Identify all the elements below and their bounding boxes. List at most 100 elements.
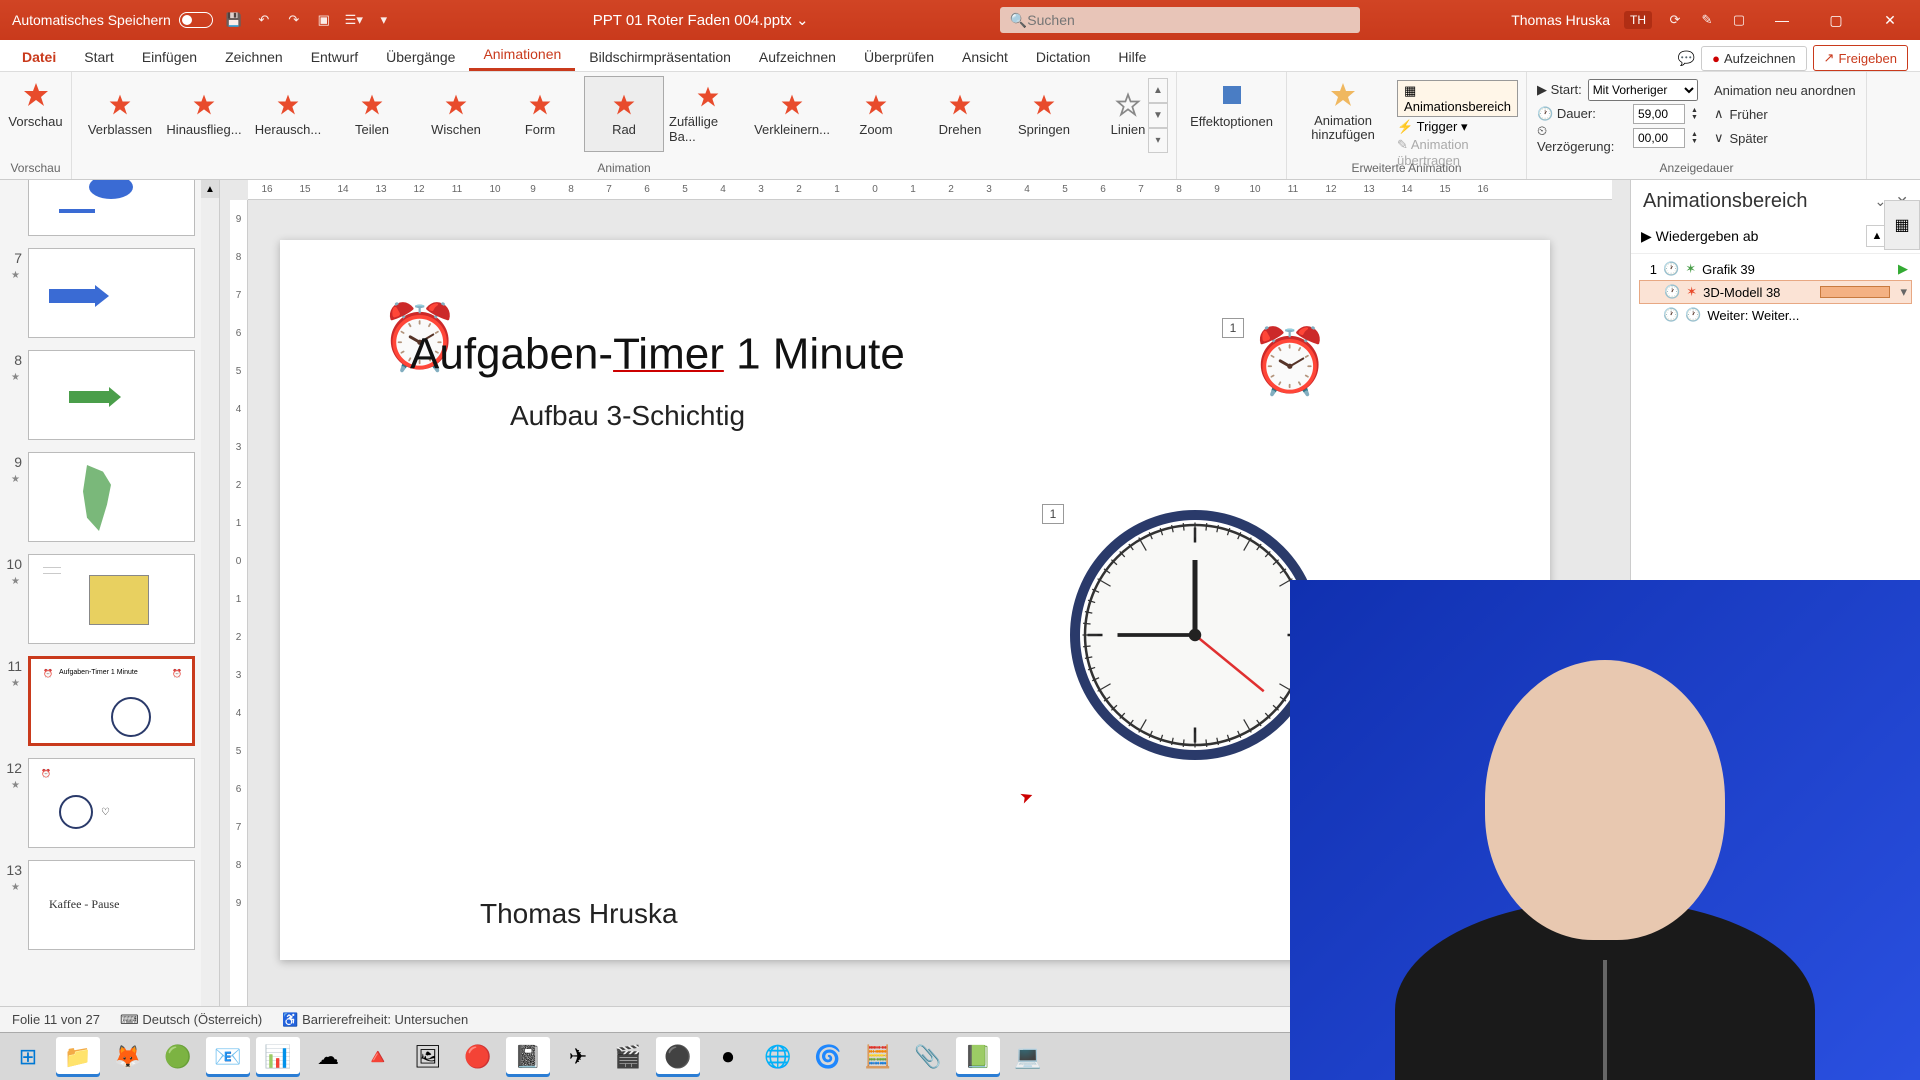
anim-effect-wischen[interactable]: Wischen	[416, 76, 496, 152]
anim-effect-form[interactable]: Form	[500, 76, 580, 152]
firefox-icon[interactable]: 🦊	[106, 1037, 150, 1077]
app-icon-6[interactable]: 🌐	[756, 1037, 800, 1077]
redo-icon[interactable]: ↷	[285, 11, 303, 29]
present-icon[interactable]: ▣	[315, 11, 333, 29]
comments-icon[interactable]: 💬	[1678, 50, 1695, 67]
anim-tag-2[interactable]: 1	[1042, 504, 1064, 524]
effect-options-button[interactable]: Effektoptionen	[1184, 76, 1279, 133]
delay-input[interactable]	[1633, 128, 1685, 148]
preview-button[interactable]: Vorschau	[2, 76, 68, 133]
window-icon[interactable]: ▢	[1730, 11, 1748, 29]
maximize-button[interactable]: ▢	[1816, 0, 1856, 40]
slide-title[interactable]: Aufgaben-Timer 1 Minute	[410, 320, 905, 394]
app-icon-7[interactable]: 📎	[906, 1037, 950, 1077]
tab-record[interactable]: Aufzeichnen	[745, 43, 850, 71]
add-animation-button[interactable]: Animation hinzufügen	[1295, 76, 1391, 152]
powerpoint-icon[interactable]: 📊	[256, 1037, 300, 1077]
thumbnail-scrollbar[interactable]: ▲ ▼	[201, 180, 219, 1050]
save-icon[interactable]: 💾	[225, 11, 243, 29]
tab-animations[interactable]: Animationen	[469, 40, 575, 71]
status-accessibility[interactable]: ♿ Barrierefreiheit: Untersuchen	[282, 1012, 468, 1028]
app-icon-4[interactable]: 🎬	[606, 1037, 650, 1077]
anim-effect-drehen[interactable]: Drehen	[920, 76, 1000, 152]
share-button[interactable]: ↗ Freigeben	[1813, 45, 1908, 71]
clock-3d-model[interactable]	[1070, 510, 1320, 760]
tab-review[interactable]: Überprüfen	[850, 43, 948, 71]
app-icon-3[interactable]: 🔴	[456, 1037, 500, 1077]
tab-view[interactable]: Ansicht	[948, 43, 1022, 71]
move-earlier-button[interactable]: ∧ Früher	[1714, 102, 1856, 126]
slide-author[interactable]: Thomas Hruska	[480, 898, 678, 930]
user-name[interactable]: Thomas Hruska	[1511, 12, 1610, 28]
file-explorer-icon[interactable]: 📁	[56, 1037, 100, 1077]
tab-file[interactable]: Datei	[8, 43, 70, 71]
thumbnail-slide-6[interactable]: 6—————————	[0, 180, 201, 242]
play-from-button[interactable]: ▶ Wiedergeben ab	[1641, 228, 1758, 245]
anim-list-item[interactable]: 🕐🕐Weiter: Weiter...	[1639, 304, 1912, 326]
sync-icon[interactable]: ⟳	[1666, 11, 1684, 29]
filename[interactable]: PPT 01 Roter Faden 004.pptx ⌄	[593, 11, 809, 29]
tab-design[interactable]: Entwurf	[297, 43, 372, 71]
anim-effect-zuflligeba[interactable]: Zufällige Ba...	[668, 76, 748, 152]
gallery-more[interactable]: ▾	[1148, 128, 1168, 153]
minimize-button[interactable]: —	[1762, 0, 1802, 40]
record-button[interactable]: Aufzeichnen	[1701, 46, 1806, 71]
excel-icon[interactable]: 📗	[956, 1037, 1000, 1077]
anim-effect-springen[interactable]: Springen	[1004, 76, 1084, 152]
tab-start[interactable]: Start	[70, 43, 128, 71]
tab-slideshow[interactable]: Bildschirmpräsentation	[575, 43, 745, 71]
anim-tag-1[interactable]: 1	[1222, 318, 1244, 338]
app-icon-1[interactable]: ☁	[306, 1037, 350, 1077]
app-icon-8[interactable]: 💻	[1006, 1037, 1050, 1077]
trigger-button[interactable]: ⚡ Trigger ▾	[1397, 119, 1518, 135]
tab-dictation[interactable]: Dictation	[1022, 43, 1104, 71]
anim-effect-zoom[interactable]: Zoom	[836, 76, 916, 152]
telegram-icon[interactable]: ✈	[556, 1037, 600, 1077]
obs-icon[interactable]: ⚫	[656, 1037, 700, 1077]
app-icon-5[interactable]: ⏺	[706, 1037, 750, 1077]
start-select[interactable]: Mit Vorheriger	[1588, 79, 1698, 101]
onenote-icon[interactable]: 📓	[506, 1037, 550, 1077]
anim-effect-teilen[interactable]: Teilen	[332, 76, 412, 152]
anim-effect-rad[interactable]: Rad	[584, 76, 664, 152]
gallery-up[interactable]: ▲	[1148, 78, 1168, 103]
thumbnail-slide-10[interactable]: 10——————	[0, 548, 201, 650]
search-box[interactable]: 🔍	[1000, 7, 1360, 33]
anim-effect-herausch[interactable]: Herausch...	[248, 76, 328, 152]
status-lang[interactable]: ⌨ Deutsch (Österreich)	[120, 1012, 262, 1028]
tab-draw[interactable]: Zeichnen	[211, 43, 297, 71]
brush-icon[interactable]: ✎	[1698, 11, 1716, 29]
thumbnail-slide-9[interactable]: 9	[0, 446, 201, 548]
search-input[interactable]	[1027, 12, 1350, 28]
status-slide[interactable]: Folie 11 von 27	[12, 1012, 100, 1027]
tab-transitions[interactable]: Übergänge	[372, 43, 469, 71]
calc-icon[interactable]: 🧮	[856, 1037, 900, 1077]
anim-effect-hinausflieg[interactable]: Hinausflieg...	[164, 76, 244, 152]
start-menu-button[interactable]: ⊞	[6, 1037, 50, 1077]
edge-icon[interactable]: 🌀	[806, 1037, 850, 1077]
close-button[interactable]: ✕	[1870, 0, 1910, 40]
animation-pane-button[interactable]: ▦ Animationsbereich	[1397, 80, 1518, 117]
outlook-icon[interactable]: 📧	[206, 1037, 250, 1077]
anim-effect-verblassen[interactable]: Verblassen	[80, 76, 160, 152]
tab-insert[interactable]: Einfügen	[128, 43, 211, 71]
qat-more-icon[interactable]: ▾	[375, 11, 393, 29]
thumb-scroll-up[interactable]: ▲	[201, 180, 219, 198]
anim-list-item[interactable]: 🕐✶3D-Modell 38▾	[1639, 280, 1912, 304]
touch-icon[interactable]: ☰▾	[345, 11, 363, 29]
anim-effect-verkleinern[interactable]: Verkleinern...	[752, 76, 832, 152]
tab-help[interactable]: Hilfe	[1104, 43, 1160, 71]
user-badge[interactable]: TH	[1624, 11, 1652, 29]
thumbnail-slide-8[interactable]: 8	[0, 344, 201, 446]
thumbnail-slide-7[interactable]: 7	[0, 242, 201, 344]
thumbnail-slide-11[interactable]: 11⏰Aufgaben-Timer 1 Minute⏰	[0, 650, 201, 752]
move-later-button[interactable]: ∨ Später	[1714, 126, 1856, 150]
chrome-icon[interactable]: 🟢	[156, 1037, 200, 1077]
thumbnail-slide-13[interactable]: 13Kaffee - Pause	[0, 854, 201, 956]
undo-icon[interactable]: ↶	[255, 11, 273, 29]
anim-list-item[interactable]: 1🕐✶Grafik 39▶	[1639, 258, 1912, 280]
side-panel-toggle[interactable]: ▦	[1884, 200, 1920, 250]
vlc-icon[interactable]: 🔺	[356, 1037, 400, 1077]
app-icon-2[interactable]: 🖼	[406, 1037, 450, 1077]
slide-subtitle[interactable]: Aufbau 3-Schichtig	[510, 400, 745, 432]
